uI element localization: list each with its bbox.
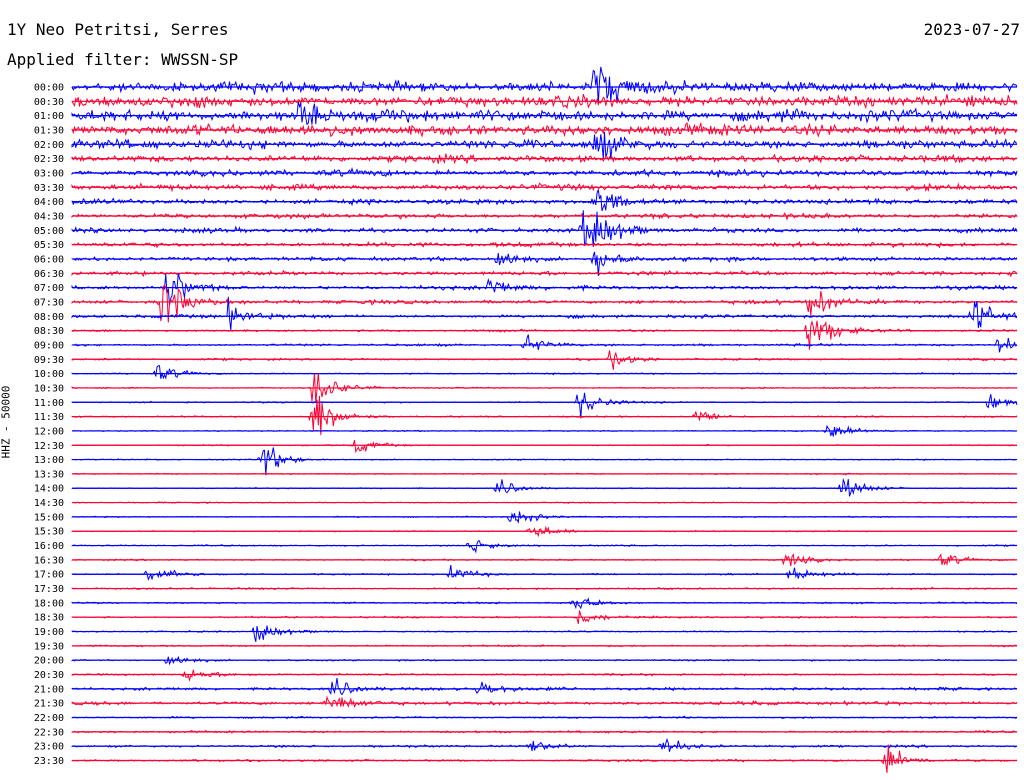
trace-2100: [71, 677, 1018, 696]
row-labels-group: 00:00 00:30 01:00 01:30 02:00 02:30 03:00 03:30…: [34, 83, 64, 768]
row-label-1700: 17:00: [34, 570, 64, 581]
row-label-0400: 04:00: [34, 197, 64, 208]
row-label-1230: 12:30: [34, 441, 64, 452]
trace-1900: [71, 625, 1018, 642]
row-label-1100: 11:00: [34, 398, 64, 409]
row-label-2330: 23:30: [34, 756, 64, 767]
row-label-0030: 00:30: [34, 97, 64, 108]
row-label-1400: 14:00: [34, 484, 64, 495]
row-label-0430: 04:30: [34, 211, 64, 222]
row-label-2100: 21:00: [34, 684, 64, 695]
row-label-2000: 20:00: [34, 656, 64, 667]
row-label-0700: 07:00: [34, 283, 64, 294]
row-label-1130: 11:30: [34, 412, 64, 423]
row-label-0600: 06:00: [34, 254, 64, 265]
row-label-1930: 19:30: [34, 641, 64, 652]
traces-group: [71, 66, 1018, 774]
row-label-0230: 02:30: [34, 154, 64, 165]
trace-1300: [71, 447, 1018, 476]
row-label-1030: 10:30: [34, 383, 64, 394]
row-label-1000: 10:00: [34, 369, 64, 380]
row-label-1530: 15:30: [34, 527, 64, 538]
row-label-1300: 13:00: [34, 455, 64, 466]
row-label-1430: 14:30: [34, 498, 64, 509]
row-label-1600: 16:00: [34, 541, 64, 552]
trace-0400: [71, 189, 1018, 212]
trace-0930: [71, 350, 1018, 370]
trace-0000: [71, 66, 1018, 105]
row-label-0530: 05:30: [34, 240, 64, 251]
row-label-0130: 01:30: [34, 125, 64, 136]
row-label-2300: 23:00: [34, 742, 64, 753]
helicorder-plot: 00:00 00:30 01:00 01:30 02:00 02:30 03:00 03:30…: [34, 66, 1018, 774]
trace-1000: [71, 365, 1018, 380]
row-label-2230: 22:30: [34, 727, 64, 738]
row-label-0830: 08:30: [34, 326, 64, 337]
trace-1600: [71, 540, 1018, 554]
row-label-0900: 09:00: [34, 340, 64, 351]
row-label-0500: 05:00: [34, 226, 64, 237]
row-label-1830: 18:30: [34, 613, 64, 624]
row-label-1630: 16:30: [34, 555, 64, 566]
row-label-1200: 12:00: [34, 426, 64, 437]
row-label-0730: 07:30: [34, 297, 64, 308]
row-label-2130: 21:30: [34, 699, 64, 710]
row-label-0330: 03:30: [34, 183, 64, 194]
trace-0200: [71, 131, 1018, 160]
trace-0900: [71, 334, 1018, 353]
row-label-0630: 06:30: [34, 269, 64, 280]
row-label-2200: 22:00: [34, 713, 64, 724]
row-label-1800: 18:00: [34, 598, 64, 609]
row-label-1900: 19:00: [34, 627, 64, 638]
row-label-0930: 09:30: [34, 355, 64, 366]
row-label-0200: 02:00: [34, 140, 64, 151]
row-label-1500: 15:00: [34, 512, 64, 523]
row-label-1730: 17:30: [34, 584, 64, 595]
trace-0100: [71, 101, 1018, 126]
row-label-0000: 00:00: [34, 83, 64, 94]
trace-2130: [71, 695, 1018, 708]
row-label-1330: 13:30: [34, 469, 64, 480]
row-label-2030: 20:30: [34, 670, 64, 681]
row-label-0800: 08:00: [34, 312, 64, 323]
row-label-0100: 01:00: [34, 111, 64, 122]
row-label-0300: 03:00: [34, 168, 64, 179]
trace-1700: [71, 565, 1018, 581]
trace-1100: [71, 392, 1018, 419]
